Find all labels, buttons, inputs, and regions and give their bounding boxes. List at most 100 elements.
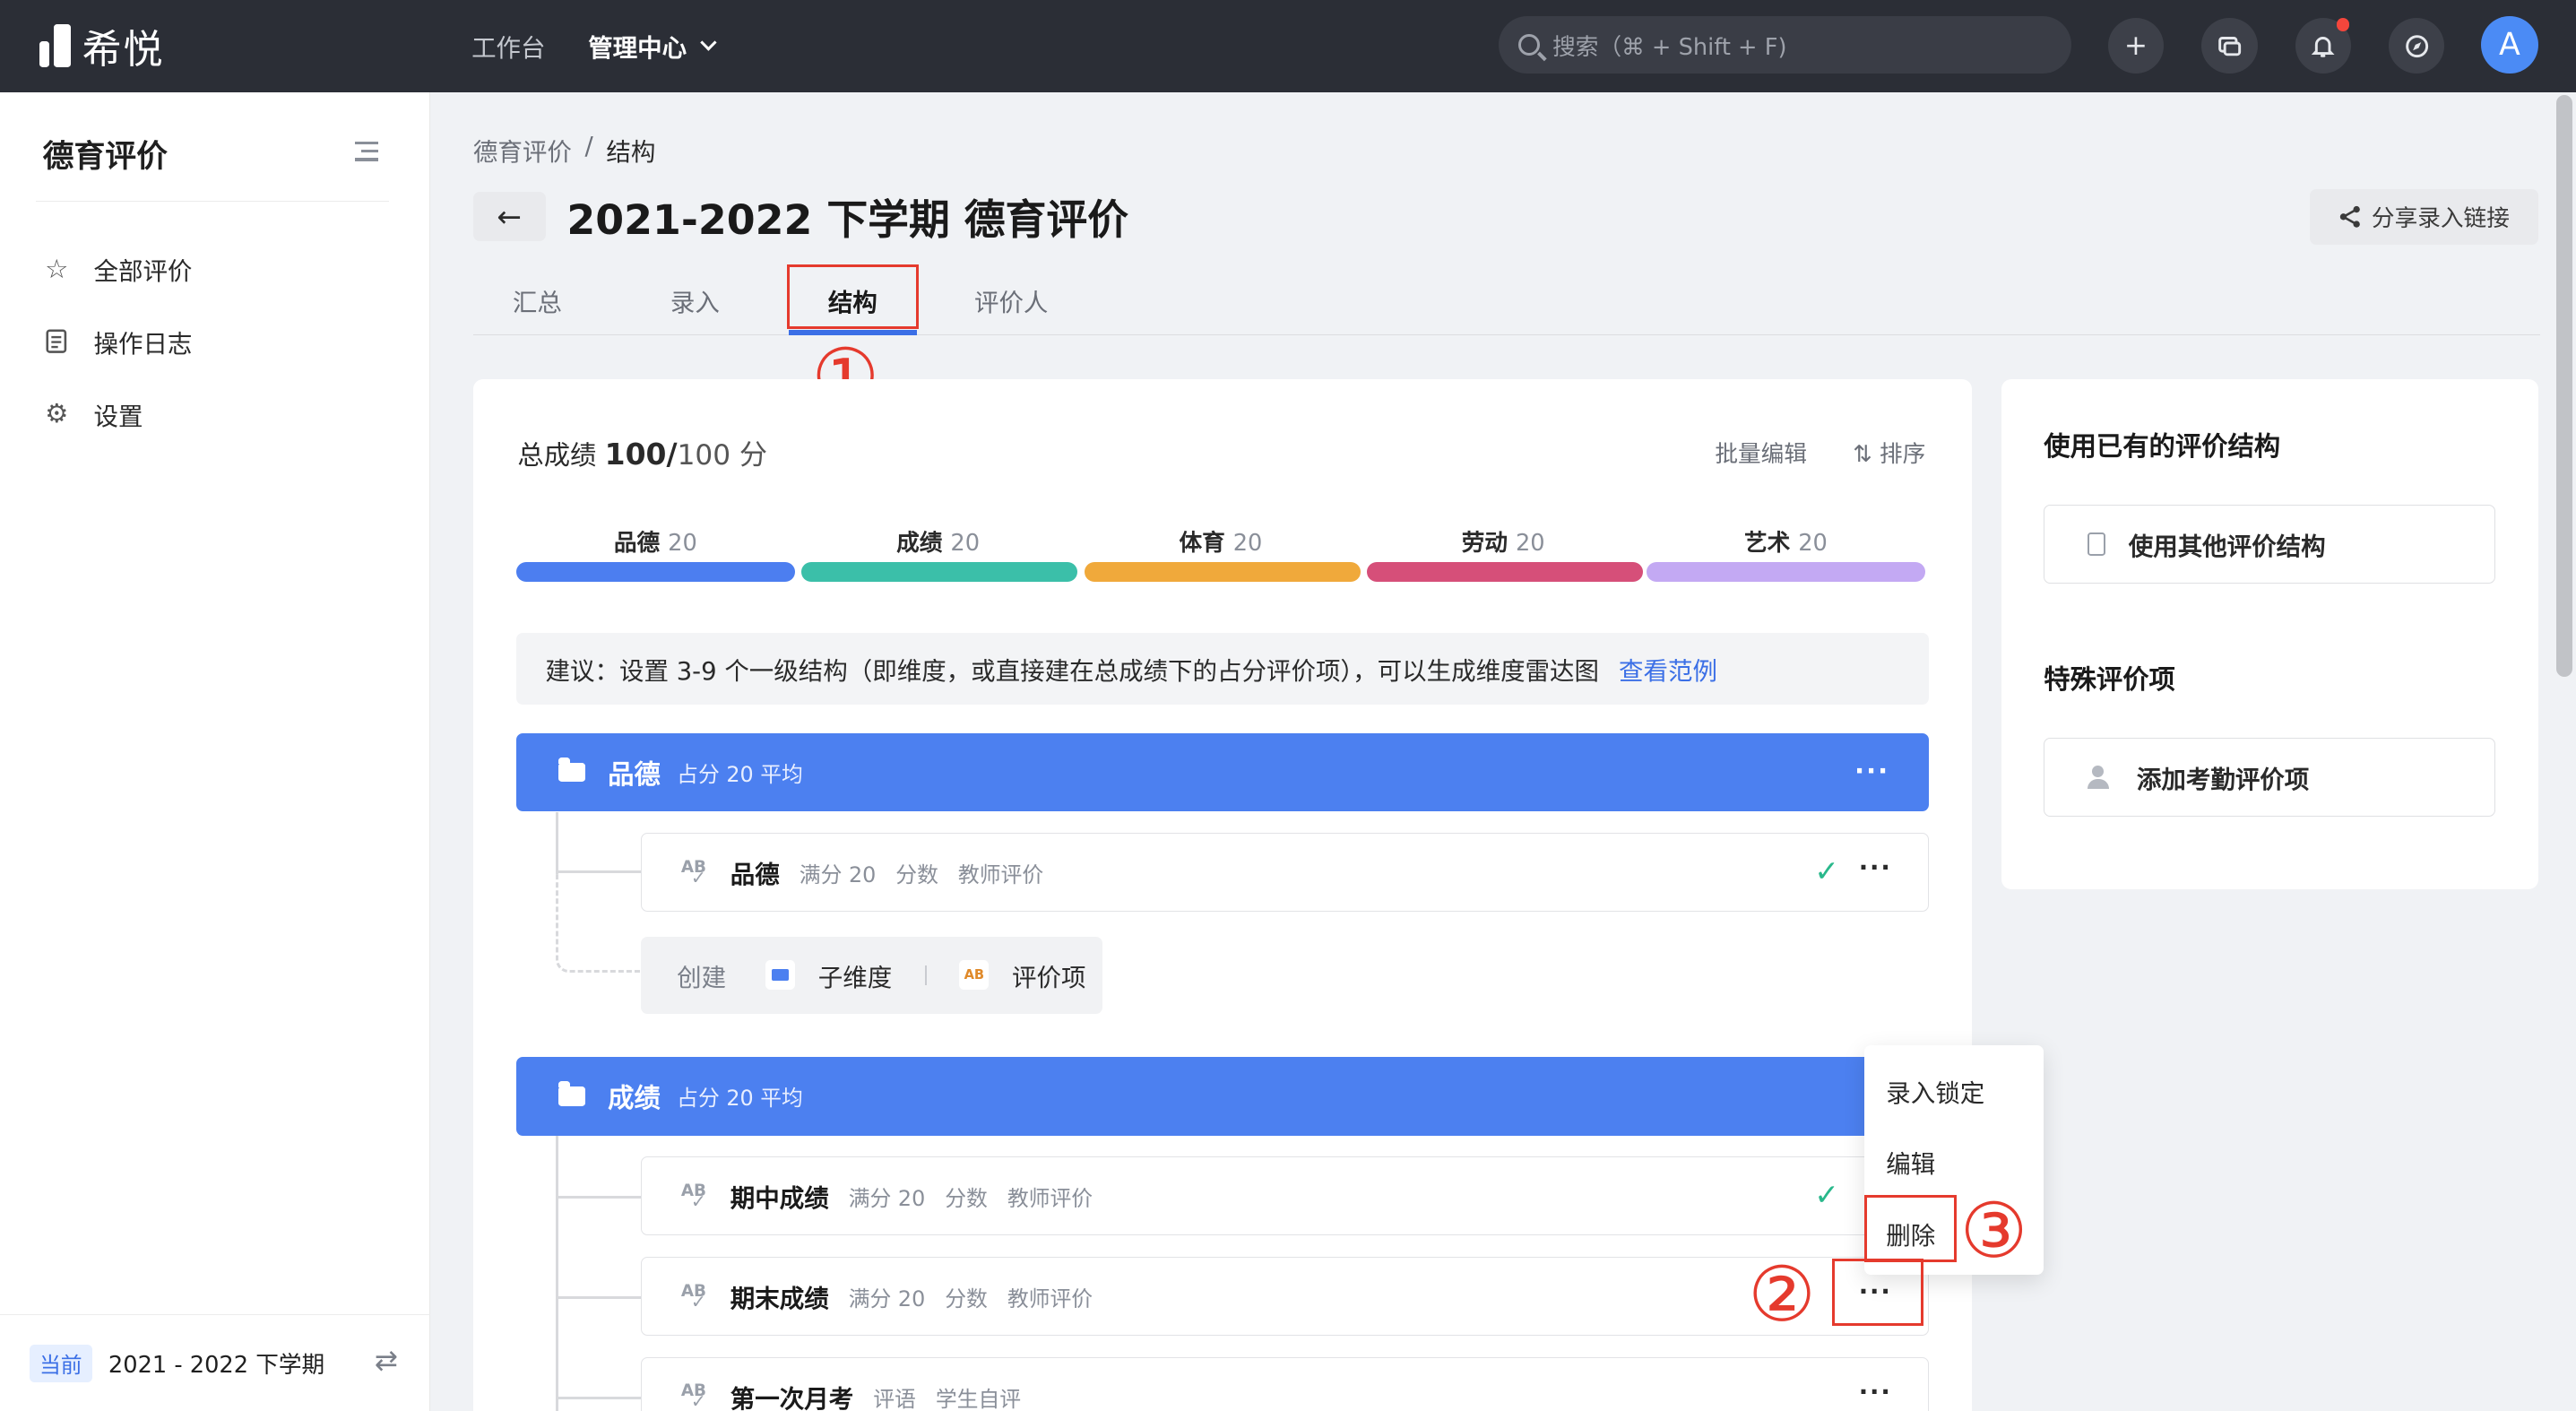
total-score-value: 100/ (604, 437, 678, 472)
logo-mark-icon (39, 24, 73, 68)
item-meta: 教师评价 (957, 861, 1044, 887)
sidebar-item-all-evaluations[interactable]: ☆ 全部评价 (43, 251, 192, 287)
logo[interactable]: 希悦 (39, 20, 164, 73)
add-attendance-item-button[interactable]: 添加考勤评价项 (2044, 738, 2496, 817)
item-meta: 分数 (945, 1285, 988, 1311)
compass-icon (2405, 34, 2428, 57)
sort-icon: ⇅ (1853, 440, 1880, 468)
batch-edit-button[interactable]: 批量编辑 (1715, 436, 1807, 469)
bar-label-score: 20 (1232, 529, 1263, 557)
weight-bar (1084, 561, 1361, 582)
user-icon (2087, 766, 2114, 789)
item-meta: 满分 20 (799, 861, 877, 887)
annotation-number-3: ③ (1959, 1186, 2028, 1275)
evaluation-item-row[interactable]: AB 第一次月考 评语 学生自评 ··· (640, 1357, 1929, 1411)
dimension-row[interactable]: 品德 占分 20 平均 ··· (515, 732, 1929, 812)
notifications-button[interactable] (2295, 18, 2351, 74)
sidebar-title: 德育评价 (42, 138, 168, 175)
current-badge: 当前 (29, 1344, 92, 1383)
notification-dot (2336, 18, 2350, 31)
bar-label-name: 艺术 (1743, 529, 1791, 557)
total-score: 总成绩 100/100 分 (517, 432, 767, 472)
item-meta: 评语 (873, 1386, 916, 1411)
bar-label: 品德 20 (516, 524, 796, 558)
search-placeholder: 搜索（⌘ + Shift + F) (1552, 33, 1787, 61)
sidebar-item-operation-log[interactable]: 操作日志 (43, 324, 192, 359)
folder-icon (558, 1081, 585, 1106)
arrow-left-icon: ← (497, 199, 523, 235)
tab-summary[interactable]: 汇总 (513, 282, 562, 318)
bar-label-score: 20 (668, 529, 697, 557)
evaluation-item-row[interactable]: AB 品德 满分 20 分数 教师评价 ✓ ··· (640, 833, 1929, 913)
weight-bar (1367, 561, 1643, 582)
sidebar-item-settings[interactable]: ⚙ 设置 (43, 396, 143, 432)
page-scrollbar[interactable] (2556, 95, 2573, 678)
item-name: 品德 (730, 861, 780, 890)
item-name: 第一次月考 (730, 1385, 854, 1411)
item-meta: 教师评价 (1007, 1285, 1094, 1311)
share-icon (2340, 206, 2361, 228)
bar-label-name: 成绩 (896, 529, 943, 557)
item-meta: 学生自评 (935, 1386, 1022, 1411)
ab-text-icon: AB (681, 1383, 711, 1410)
dimension-row[interactable]: 成绩 占分 20 平均 (515, 1056, 1929, 1136)
add-attendance-item-label: 添加考勤评价项 (2136, 766, 2310, 794)
avatar[interactable]: A (2480, 16, 2538, 74)
bar-label: 艺术 20 (1647, 524, 1926, 558)
nav-admin-center-label: 管理中心 (588, 34, 687, 64)
create-evaluation-item-button[interactable]: 评价项 (1012, 957, 1085, 993)
tab-evaluators[interactable]: 评价人 (974, 282, 1048, 318)
evaluation-item-row[interactable]: AB 期末成绩 满分 20 分数 教师评价 ··· (640, 1257, 1929, 1337)
create-sub-dimension-button[interactable]: 子维度 (818, 957, 892, 993)
share-entry-link-button[interactable]: 分享录入链接 (2310, 188, 2538, 246)
add-button[interactable]: + (2107, 18, 2165, 74)
bar-label: 劳动 20 (1363, 524, 1643, 558)
item-meta: 满分 20 (848, 1185, 926, 1211)
folder-icon (765, 960, 796, 991)
tree-line (555, 1196, 641, 1199)
dimension-name: 成绩 (608, 1082, 661, 1113)
tab-entry[interactable]: 录入 (670, 282, 720, 318)
tab-bar: 汇总 录入 结构 评价人 (472, 263, 2540, 335)
weight-bar (515, 561, 796, 582)
total-score-label: 总成绩 (517, 440, 597, 472)
menu-item-lock-entry[interactable]: 录入锁定 (1886, 1073, 1984, 1109)
nav-workspace[interactable]: 工作台 (471, 28, 545, 64)
search-input[interactable]: 搜索（⌘ + Shift + F) (1498, 16, 2072, 74)
help-button[interactable] (2389, 18, 2445, 74)
dimension-meta: 占分 20 平均 (677, 1086, 803, 1112)
breadcrumb-root[interactable]: 德育评价 (473, 132, 572, 168)
more-icon[interactable]: ··· (1854, 756, 1889, 786)
messages-button[interactable] (2201, 18, 2258, 74)
item-meta: 分数 (945, 1185, 988, 1211)
item-meta: 分数 (895, 861, 938, 887)
dimension-meta: 占分 20 平均 (677, 762, 803, 787)
tip-text: 建议：设置 3-9 个一级结构（即维度，或直接建在总成绩下的占分评价项），可以生… (545, 657, 1600, 687)
use-other-structure-button[interactable]: 使用其他评价结构 (2044, 504, 2496, 584)
current-term: 2021 - 2022 下学期 (108, 1352, 325, 1380)
evaluation-item-row[interactable]: AB 期中成绩 满分 20 分数 教师评价 ✓ (640, 1156, 1929, 1236)
bar-label-name: 品德 (613, 529, 661, 557)
total-score-max: 100 分 (677, 439, 768, 472)
weight-bar (1646, 561, 1926, 582)
more-icon[interactable]: ··· (1859, 1378, 1892, 1407)
breadcrumb-current: 结构 (606, 137, 656, 167)
special-items-heading: 特殊评价项 (2044, 664, 2175, 696)
create-row: 创建 子维度 AB 评价项 (640, 936, 1102, 1014)
bar-label-name: 劳动 (1461, 529, 1508, 557)
item-meta: 教师评价 (1007, 1185, 1094, 1211)
suggestion-tip: 建议：设置 3-9 个一级结构（即维度，或直接建在总成绩下的占分评价项），可以生… (515, 632, 1929, 706)
swap-icon[interactable]: ⇄ (375, 1345, 398, 1377)
view-example-link[interactable]: 查看范例 (1619, 651, 1717, 687)
share-label: 分享录入链接 (2371, 205, 2510, 233)
sort-button[interactable]: ⇅ 排序 (1853, 436, 1925, 469)
back-button[interactable]: ← (472, 192, 546, 242)
bell-icon (2311, 36, 2335, 57)
nav-admin-center[interactable]: 管理中心 (588, 28, 717, 64)
more-icon[interactable]: ··· (1859, 853, 1892, 882)
collapse-sidebar-icon[interactable] (354, 141, 378, 161)
search-icon (1517, 34, 1540, 56)
term-switcher[interactable]: 当前 2021 - 2022 下学期 ⇄ (0, 1314, 431, 1411)
menu-item-edit[interactable]: 编辑 (1886, 1144, 1935, 1180)
check-icon: ✓ (1814, 1177, 1839, 1213)
